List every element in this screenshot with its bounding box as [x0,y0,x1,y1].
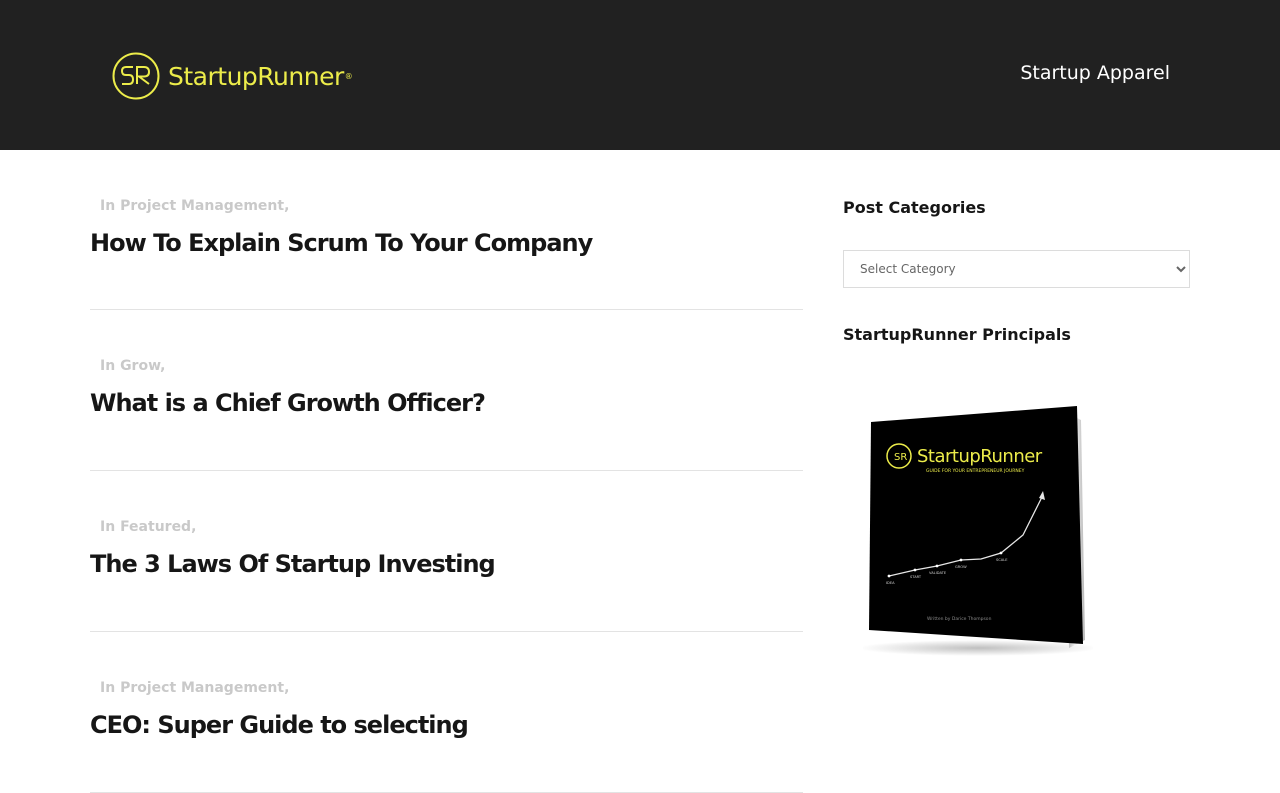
book-stage-label: START [910,575,922,579]
post-meta: In Project Management, [100,680,289,696]
post-category-link[interactable]: Project Management [120,198,284,214]
post-category-link[interactable]: Project Management [120,680,284,696]
book-brand-text: StartupRunner [917,446,1043,467]
post-category-link[interactable]: Grow [120,358,160,374]
post-meta: In Project Management, [100,198,289,214]
book-stage-label: VALIDATE [929,571,947,575]
post-title[interactable]: What is a Chief Growth Officer? [90,389,486,417]
book-stage-point [999,551,1003,555]
post-title[interactable]: The 3 Laws Of Startup Investing [90,550,496,578]
post-meta-separator: , [191,519,197,535]
post-category-link[interactable]: Featured [120,519,191,535]
site-header: StartupRunner ® Startup Apparel [0,0,1280,150]
logo-monogram-icon [112,52,160,100]
book-stage-point [959,558,963,562]
book-stage-point [913,568,917,572]
category-select[interactable]: Select Category [843,250,1190,288]
book-stage-label: SCALE [996,558,1008,562]
book-subtitle: GUIDE FOR YOUR ENTREPRENEUR JOURNEY [926,468,1025,474]
book-stage-point [935,564,939,568]
book-front-cover [869,406,1083,644]
post-meta-prefix: In [100,680,116,696]
book-cover-image[interactable]: SR StartupRunner GUIDE FOR YOUR ENTREPRE… [863,404,1093,656]
nav-link-startup-apparel[interactable]: Startup Apparel [1020,62,1170,84]
principals-title: StartupRunner Principals [843,325,1071,344]
logo-text: StartupRunner [168,61,344,91]
post-meta-prefix: In [100,198,116,214]
post-title[interactable]: How To Explain Scrum To Your Company [90,229,593,257]
post-meta-separator: , [160,358,166,374]
post-item: In Project Management, How To Explain Sc… [90,150,803,310]
book-logo-monogram: SR [894,452,907,463]
post-meta: In Featured, [100,519,196,535]
book-stage-point [887,574,891,578]
book-shadow [863,640,1093,656]
post-meta-separator: , [284,680,290,696]
post-meta-separator: , [284,198,290,214]
post-meta-prefix: In [100,519,116,535]
logo-registered-mark: ® [344,71,353,81]
site-logo[interactable]: StartupRunner ® [112,51,353,101]
post-item: In Featured, The 3 Laws Of Startup Inves… [90,471,803,632]
post-title[interactable]: CEO: Super Guide to selecting [90,711,469,739]
post-meta: In Grow, [100,358,165,374]
book-stage-label: GROW [955,565,967,569]
post-item: In Project Management, CEO: Super Guide … [90,632,803,793]
book-author: Written by Darice Thompson [927,616,992,622]
book-stage-label: IDEA [886,581,895,585]
post-list: In Project Management, How To Explain Sc… [90,150,803,793]
post-meta-prefix: In [100,358,116,374]
post-item: In Grow, What is a Chief Growth Officer? [90,310,803,471]
post-categories-title: Post Categories [843,198,986,217]
